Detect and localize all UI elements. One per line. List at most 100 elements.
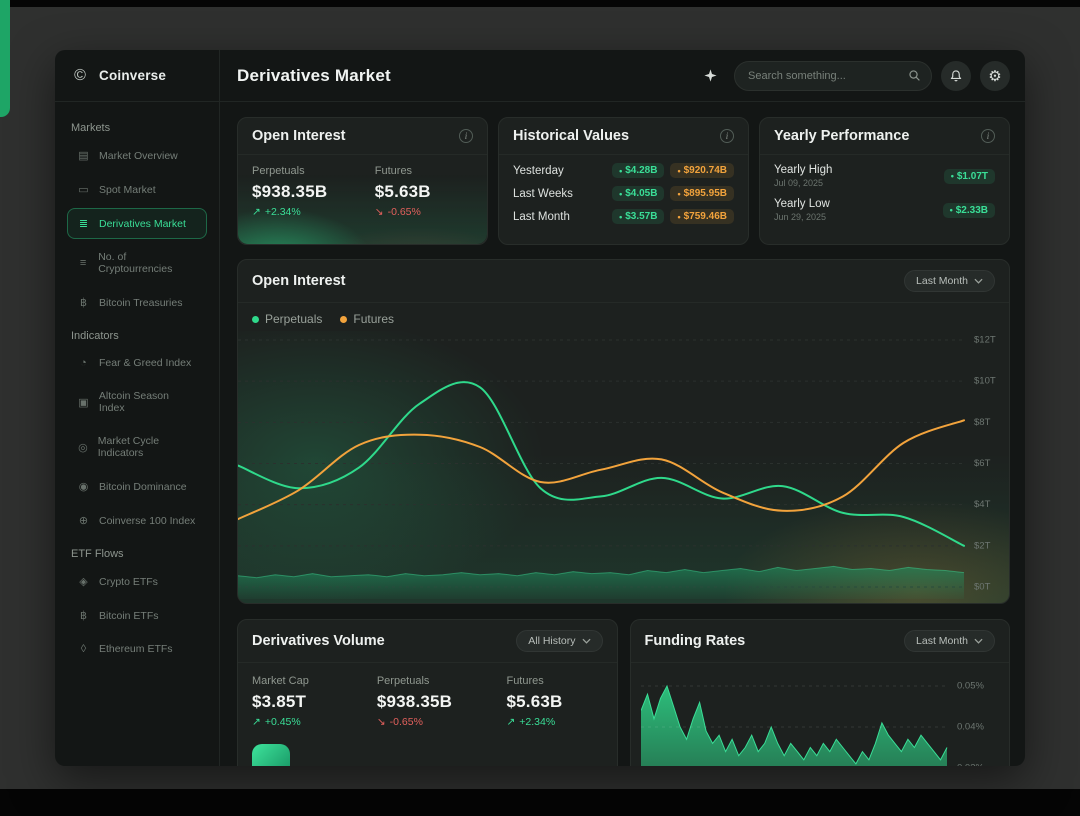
orange-badge: •$895.95B <box>670 186 734 201</box>
stat-futures: Futures $5.63B ↗ +2.34% <box>506 675 602 728</box>
sidebar-item-fear-greed-index[interactable]: ◔ Fear & Greed Index <box>67 348 207 378</box>
sidebar-section-items: ◈ Crypto ETFs ฿ Bitcoin ETFs ◊ Ethereum … <box>67 566 207 664</box>
yearly-row-date: Jun 29, 2025 <box>774 212 830 222</box>
sidebar-item-altcoin-season-index[interactable]: ▣ Altcoin Season Index <box>67 381 207 423</box>
sidebar-section-items: ◔ Fear & Greed Index ▣ Altcoin Season In… <box>67 348 207 536</box>
stat-perpetuals: Perpetuals $938.35B ↗ +2.34% <box>252 165 375 218</box>
range-dropdown[interactable]: All History <box>516 630 602 652</box>
green-badge: •$1.07T <box>944 169 995 184</box>
main-column: Derivatives Market <box>220 50 1025 766</box>
change-value: +0.45% <box>265 716 301 728</box>
settings-button[interactable]: ⚙ <box>980 61 1010 91</box>
stat-futures: Futures $5.63B ↘ -0.65% <box>375 165 473 218</box>
range-label: All History <box>528 635 575 647</box>
card-header: Open Interest Last Month <box>238 260 1009 303</box>
notifications-button[interactable] <box>941 61 971 91</box>
stat-change: ↗ +0.45% <box>252 716 377 728</box>
sidebar-item-crypto-etfs[interactable]: ◈ Crypto ETFs <box>67 566 207 597</box>
dot-icon: • <box>951 171 954 181</box>
stat-label: Futures <box>375 165 473 177</box>
range-dropdown[interactable]: Last Month <box>904 630 995 652</box>
search-icon[interactable] <box>908 69 921 82</box>
open-interest-summary-card: Open Interest i Perpetuals $938.35B ↗ +2… <box>237 117 488 245</box>
monitor-icon: ▭ <box>77 183 90 196</box>
dot-icon: • <box>677 166 680 176</box>
historical-row-label: Yesterday <box>513 165 564 177</box>
sidebar-item-market-overview[interactable]: ▤ Market Overview <box>67 140 207 171</box>
sidebar: © Coinverse Markets ▤ Market Overview ▭ … <box>55 50 220 766</box>
sidebar-item-label: Coinverse 100 Index <box>99 515 195 527</box>
legend-item[interactable]: Perpetuals <box>252 312 322 326</box>
main-content: Open Interest i Perpetuals $938.35B ↗ +2… <box>220 102 1025 766</box>
sidebar-nav: Markets ▤ Market Overview ▭ Spot Market … <box>55 102 219 766</box>
header-actions: ⚙ <box>695 61 1010 91</box>
bitcoin-icon: ฿ <box>77 296 90 309</box>
orange-badge: •$759.46B <box>670 209 734 224</box>
range-dropdown[interactable]: Last Month <box>904 270 995 292</box>
info-icon[interactable]: i <box>720 129 734 143</box>
search-input[interactable] <box>748 70 900 82</box>
cycle-icon: ◎ <box>77 441 89 454</box>
sidebar-item-ethereum-etfs[interactable]: ◊ Ethereum ETFs <box>67 634 207 664</box>
svg-text:$2T: $2T <box>974 540 991 551</box>
info-icon[interactable]: i <box>459 129 473 143</box>
svg-text:$10T: $10T <box>974 376 996 387</box>
card-title: Open Interest <box>252 273 345 289</box>
sidebar-section-label: Indicators <box>71 330 203 342</box>
sidebar-item-spot-market[interactable]: ▭ Spot Market <box>67 174 207 205</box>
historical-values-card: Historical Values i Yesterday •$4.28B •$… <box>498 117 749 245</box>
stat-label: Perpetuals <box>252 165 375 177</box>
sidebar-item-label: Crypto ETFs <box>99 576 158 588</box>
change-value: +2.34% <box>519 716 555 728</box>
green-badge: •$3.57B <box>612 209 664 224</box>
card-header: Yearly Performance i <box>760 118 1009 155</box>
change-value: +2.34% <box>265 206 301 218</box>
legend-item[interactable]: Futures <box>340 312 394 326</box>
sparkle-button[interactable] <box>695 61 725 91</box>
change-value: -0.65% <box>390 716 423 728</box>
svg-text:$4T: $4T <box>974 499 991 510</box>
trend-down-icon: ↘ <box>375 206 384 218</box>
dot-icon: • <box>677 189 680 199</box>
svg-text:0.05%: 0.05% <box>957 681 984 692</box>
sidebar-item-label: Market Cycle Indicators <box>98 435 197 459</box>
historical-row-badges: •$4.05B •$895.95B <box>612 186 734 201</box>
gauge-icon: ◔ <box>77 357 90 369</box>
card-title: Yearly Performance <box>774 128 909 144</box>
sidebar-item-bitcoin-etfs[interactable]: ฿ Bitcoin ETFs <box>67 600 207 631</box>
sidebar-section: ETF Flows ◈ Crypto ETFs ฿ Bitcoin ETFs ◊… <box>67 548 207 664</box>
chevron-down-icon <box>974 278 983 284</box>
legend-label: Futures <box>353 312 394 326</box>
historical-row-label: Last Weeks <box>513 188 573 200</box>
sidebar-item-derivatives-market[interactable]: ≣ Derivatives Market <box>67 208 207 239</box>
sidebar-item-no-of-cryptourrencies[interactable]: ≡ No. of Cryptourrencies <box>67 242 207 284</box>
dot-icon: • <box>619 212 622 222</box>
card-header: Open Interest i <box>238 118 487 155</box>
ethereum-etf-icon: ◊ <box>77 643 90 655</box>
sidebar-item-bitcoin-dominance[interactable]: ◉ Bitcoin Dominance <box>67 471 207 502</box>
brand[interactable]: © Coinverse <box>55 50 219 102</box>
stat-change: ↘ -0.65% <box>375 206 473 218</box>
stat-perpetuals: Perpetuals $938.35B ↘ -0.65% <box>377 675 507 728</box>
sparkle-icon <box>703 68 718 83</box>
stat-value: $938.35B <box>377 692 507 712</box>
yearly-row: Yearly High Jul 09, 2025 •$1.07T <box>760 159 1009 193</box>
sidebar-item-coinverse-100-index[interactable]: ⊕ Coinverse 100 Index <box>67 505 207 536</box>
svg-text:$6T: $6T <box>974 458 991 469</box>
app-window: © Coinverse Markets ▤ Market Overview ▭ … <box>55 50 1025 766</box>
svg-text:0.03%: 0.03% <box>957 763 984 766</box>
sidebar-item-label: Derivatives Market <box>99 218 186 230</box>
bottom-bezel <box>0 789 1080 816</box>
grid-icon: ▤ <box>77 149 90 162</box>
historical-row-label: Last Month <box>513 211 570 223</box>
sidebar-item-bitcoin-treasuries[interactable]: ฿ Bitcoin Treasuries <box>67 287 207 318</box>
index-icon: ⊕ <box>77 514 90 527</box>
page-title: Derivatives Market <box>237 66 391 86</box>
sidebar-item-market-cycle-indicators[interactable]: ◎ Market Cycle Indicators <box>67 426 207 468</box>
green-badge: •$4.28B <box>612 163 664 178</box>
historical-row: Last Month •$3.57B •$759.46B <box>499 205 748 228</box>
historical-row-badges: •$4.28B •$920.74B <box>612 163 734 178</box>
info-icon[interactable]: i <box>981 129 995 143</box>
trend-up-icon: ↗ <box>252 716 261 728</box>
svg-text:$8T: $8T <box>974 417 991 428</box>
